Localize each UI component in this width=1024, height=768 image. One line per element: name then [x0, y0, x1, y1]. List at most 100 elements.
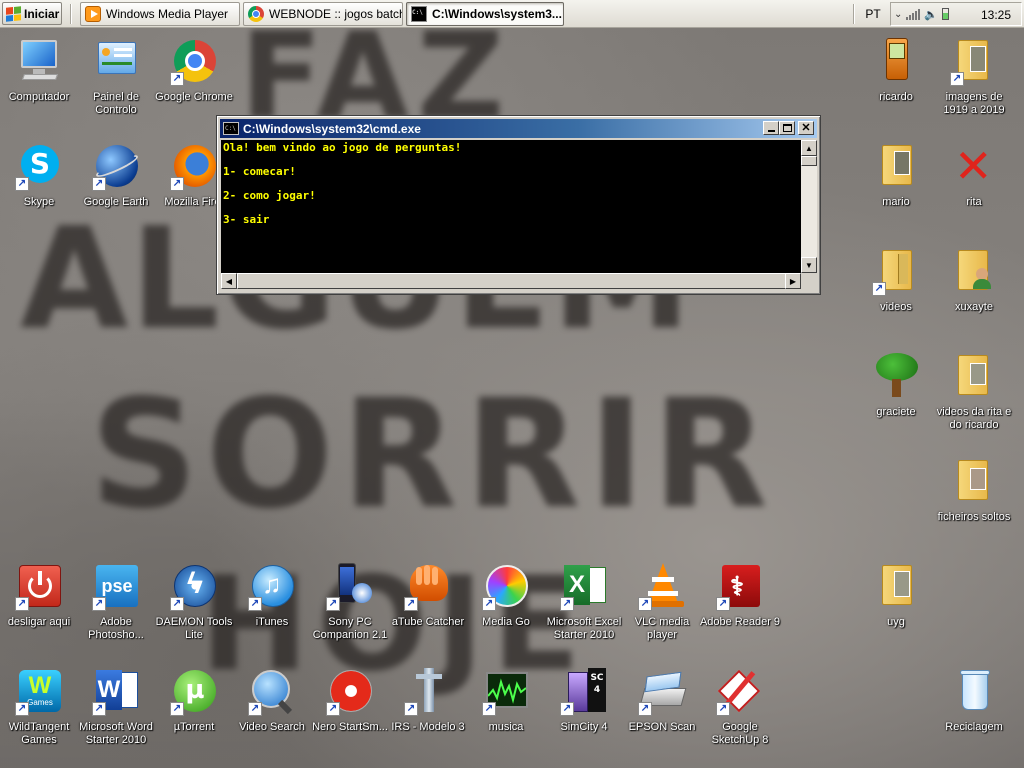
desktop-icon-xuxayte[interactable]: xuxayte [935, 248, 1013, 348]
desktop-icon-videos[interactable]: videos [857, 248, 935, 348]
shortcut-arrow-icon [170, 177, 184, 191]
taskbar-item-label: Windows Media Player [106, 7, 229, 21]
desktop-icon-label: Adobe Reader 9 [699, 616, 781, 628]
word-icon: W [92, 668, 140, 716]
network-signal-icon[interactable] [906, 8, 921, 20]
desktop-icon-media-go[interactable]: Media Go [467, 563, 545, 663]
desktop-icon-graciete[interactable]: graciete [857, 353, 935, 453]
desktop-icon-reciclagem[interactable]: Reciclagem [935, 668, 1013, 768]
desktop-icon-label: desligar aqui [7, 616, 71, 628]
maximize-button[interactable] [779, 121, 795, 135]
console-output[interactable]: Ola! bem vindo ao jogo de perguntas! 1- … [221, 140, 801, 273]
desktop-icon-label: Google SketchUp 8 [711, 721, 769, 746]
desktop-icon-uyg[interactable]: uyg [857, 563, 935, 663]
desktop-icon-nero[interactable]: Nero StartSm... [311, 668, 389, 768]
taskbar-item-cmd[interactable]: C:\ C:\Windows\system3... [406, 2, 564, 26]
shortcut-arrow-icon [248, 597, 262, 611]
desktop-icon-label: graciete [876, 406, 916, 418]
desktop-icon-label: Google Earth [83, 196, 149, 208]
desktop-icon-rita[interactable]: ✕ rita [935, 143, 1013, 243]
desktop-icon-atube-catcher[interactable]: aTube Catcher [389, 563, 467, 663]
firefox-icon [170, 143, 218, 191]
minimize-button[interactable] [763, 121, 779, 135]
chrome-icon [170, 38, 218, 86]
desktop-icon-mario[interactable]: mario [857, 143, 935, 243]
audio-waveform-icon [482, 668, 530, 716]
desktop-icon-video-search[interactable]: Video Search [233, 668, 311, 768]
desktop-icon-google-sketchup[interactable]: Google SketchUp 8 [701, 668, 779, 768]
arrow-up-icon: ▲ [805, 143, 813, 153]
cmd-titlebar[interactable]: C:\ C:\Windows\system32\cmd.exe ✕ [220, 119, 817, 138]
desktop-icon-painel-de-controlo[interactable]: Painel de Controlo [77, 38, 155, 138]
size-grip[interactable] [801, 273, 817, 289]
desktop-icon-wildtangent[interactable]: W Games WildTangent Games [0, 668, 78, 768]
desktop-icon-videos-da-rita[interactable]: videos da rita e do ricardo [935, 353, 1013, 453]
desktop-icon-ficheiros-soltos[interactable]: ficheiros soltos [935, 458, 1013, 558]
desktop-icon-irs-modelo-3[interactable]: IRS - Modelo 3 [389, 668, 467, 768]
desktop-icon-vlc[interactable]: VLC media player [623, 563, 701, 663]
desktop-icon-itunes[interactable]: ♫ iTunes [233, 563, 311, 663]
desktop-icon-label: Microsoft Word Starter 2010 [79, 721, 153, 746]
desktop-icon-excel[interactable]: X Microsoft Excel Starter 2010 [545, 563, 623, 663]
start-button[interactable]: Iniciar [2, 2, 62, 25]
desktop-icon-ricardo[interactable]: ricardo [857, 38, 935, 138]
taskbar-item-label: WEBNODE :: jogos batch... [269, 7, 403, 21]
daemon-tools-icon: ϟ [170, 563, 218, 611]
taskbar-item-chrome[interactable]: WEBNODE :: jogos batch... [243, 2, 403, 26]
desktop-icon-label: aTube Catcher [391, 616, 465, 628]
scroll-right-button[interactable]: ▶ [785, 273, 801, 289]
desktop-icon-utorrent[interactable]: µ µTorrent [155, 668, 233, 768]
horizontal-scroll-thumb[interactable] [237, 273, 797, 289]
volume-icon[interactable]: 🔈 [924, 8, 938, 21]
desktop-icon-skype[interactable]: S Skype [0, 143, 78, 243]
desktop-icon-imagens[interactable]: imagens de 1919 a 2019 [935, 38, 1013, 138]
close-button[interactable]: ✕ [798, 121, 814, 135]
battery-icon[interactable] [942, 8, 950, 20]
desktop-icon-computador[interactable]: Computador [0, 38, 78, 138]
desktop-icon-simcity-4[interactable]: SC4 SimCity 4 [545, 668, 623, 768]
vertical-scrollbar[interactable]: ▲ ▼ [801, 140, 817, 273]
desktop-icon-label: ficheiros soltos [937, 511, 1011, 523]
desktop-icon-label: VLC media player [634, 616, 690, 641]
console-line: 1- comecar! [223, 165, 296, 178]
photoshop-elements-icon: pse [92, 563, 140, 611]
shortcut-arrow-icon [950, 72, 964, 86]
media-go-icon [482, 563, 530, 611]
user-folder-icon [950, 248, 998, 296]
maximize-icon [782, 124, 792, 132]
desktop-icon-label: Skype [23, 196, 55, 208]
computer-icon [15, 38, 63, 86]
desktop-icon-daemon-tools[interactable]: ϟ DAEMON Tools Lite [155, 563, 233, 663]
itunes-icon: ♫ [248, 563, 296, 611]
desktop-icon-google-earth[interactable]: Google Earth [77, 143, 155, 243]
shortcut-arrow-icon [92, 177, 106, 191]
desktop-icon-adobe-reader[interactable]: ⚕ Adobe Reader 9 [699, 563, 781, 663]
desktop-icon-label: Media Go [482, 616, 530, 628]
close-icon: ✕ [801, 121, 811, 134]
desktop-icon-label: musica [488, 721, 524, 733]
cmd-window[interactable]: C:\ C:\Windows\system32\cmd.exe ✕ Ola! b… [216, 115, 821, 295]
desktop-icon-musica[interactable]: musica [467, 668, 545, 768]
folder-icon [950, 38, 998, 86]
tree-icon [872, 353, 920, 401]
taskbar-item-windows-media-player[interactable]: Windows Media Player [80, 2, 240, 26]
scroll-up-button[interactable]: ▲ [801, 140, 817, 156]
desktop-icon-adobe-photoshop[interactable]: pse Adobe Photosho... [77, 563, 155, 663]
clock[interactable]: 13:25 [981, 8, 1011, 22]
horizontal-scrollbar[interactable]: ◀ ▶ [221, 273, 801, 289]
shortcut-arrow-icon [92, 702, 106, 716]
chevron-down-icon[interactable]: ⌄ [894, 9, 902, 20]
desktop-icon-desligar-aqui[interactable]: desligar aqui [0, 563, 78, 663]
desktop-icon-word[interactable]: W Microsoft Word Starter 2010 [77, 668, 155, 768]
vertical-scroll-thumb[interactable] [801, 156, 817, 166]
scroll-down-button[interactable]: ▼ [801, 257, 817, 273]
simcity-badge: SC4 [588, 668, 606, 712]
desktop-icon-epson-scan[interactable]: EPSON Scan [623, 668, 701, 768]
scroll-left-button[interactable]: ◀ [221, 273, 237, 289]
language-indicator[interactable]: PT [858, 2, 888, 26]
utorrent-icon: µ [170, 668, 218, 716]
atube-catcher-icon [404, 563, 452, 611]
video-search-globe-icon [248, 668, 296, 716]
desktop-icon-sony-pc-companion[interactable]: Sony PC Companion 2.1 [311, 563, 389, 663]
phone-icon [872, 38, 920, 86]
